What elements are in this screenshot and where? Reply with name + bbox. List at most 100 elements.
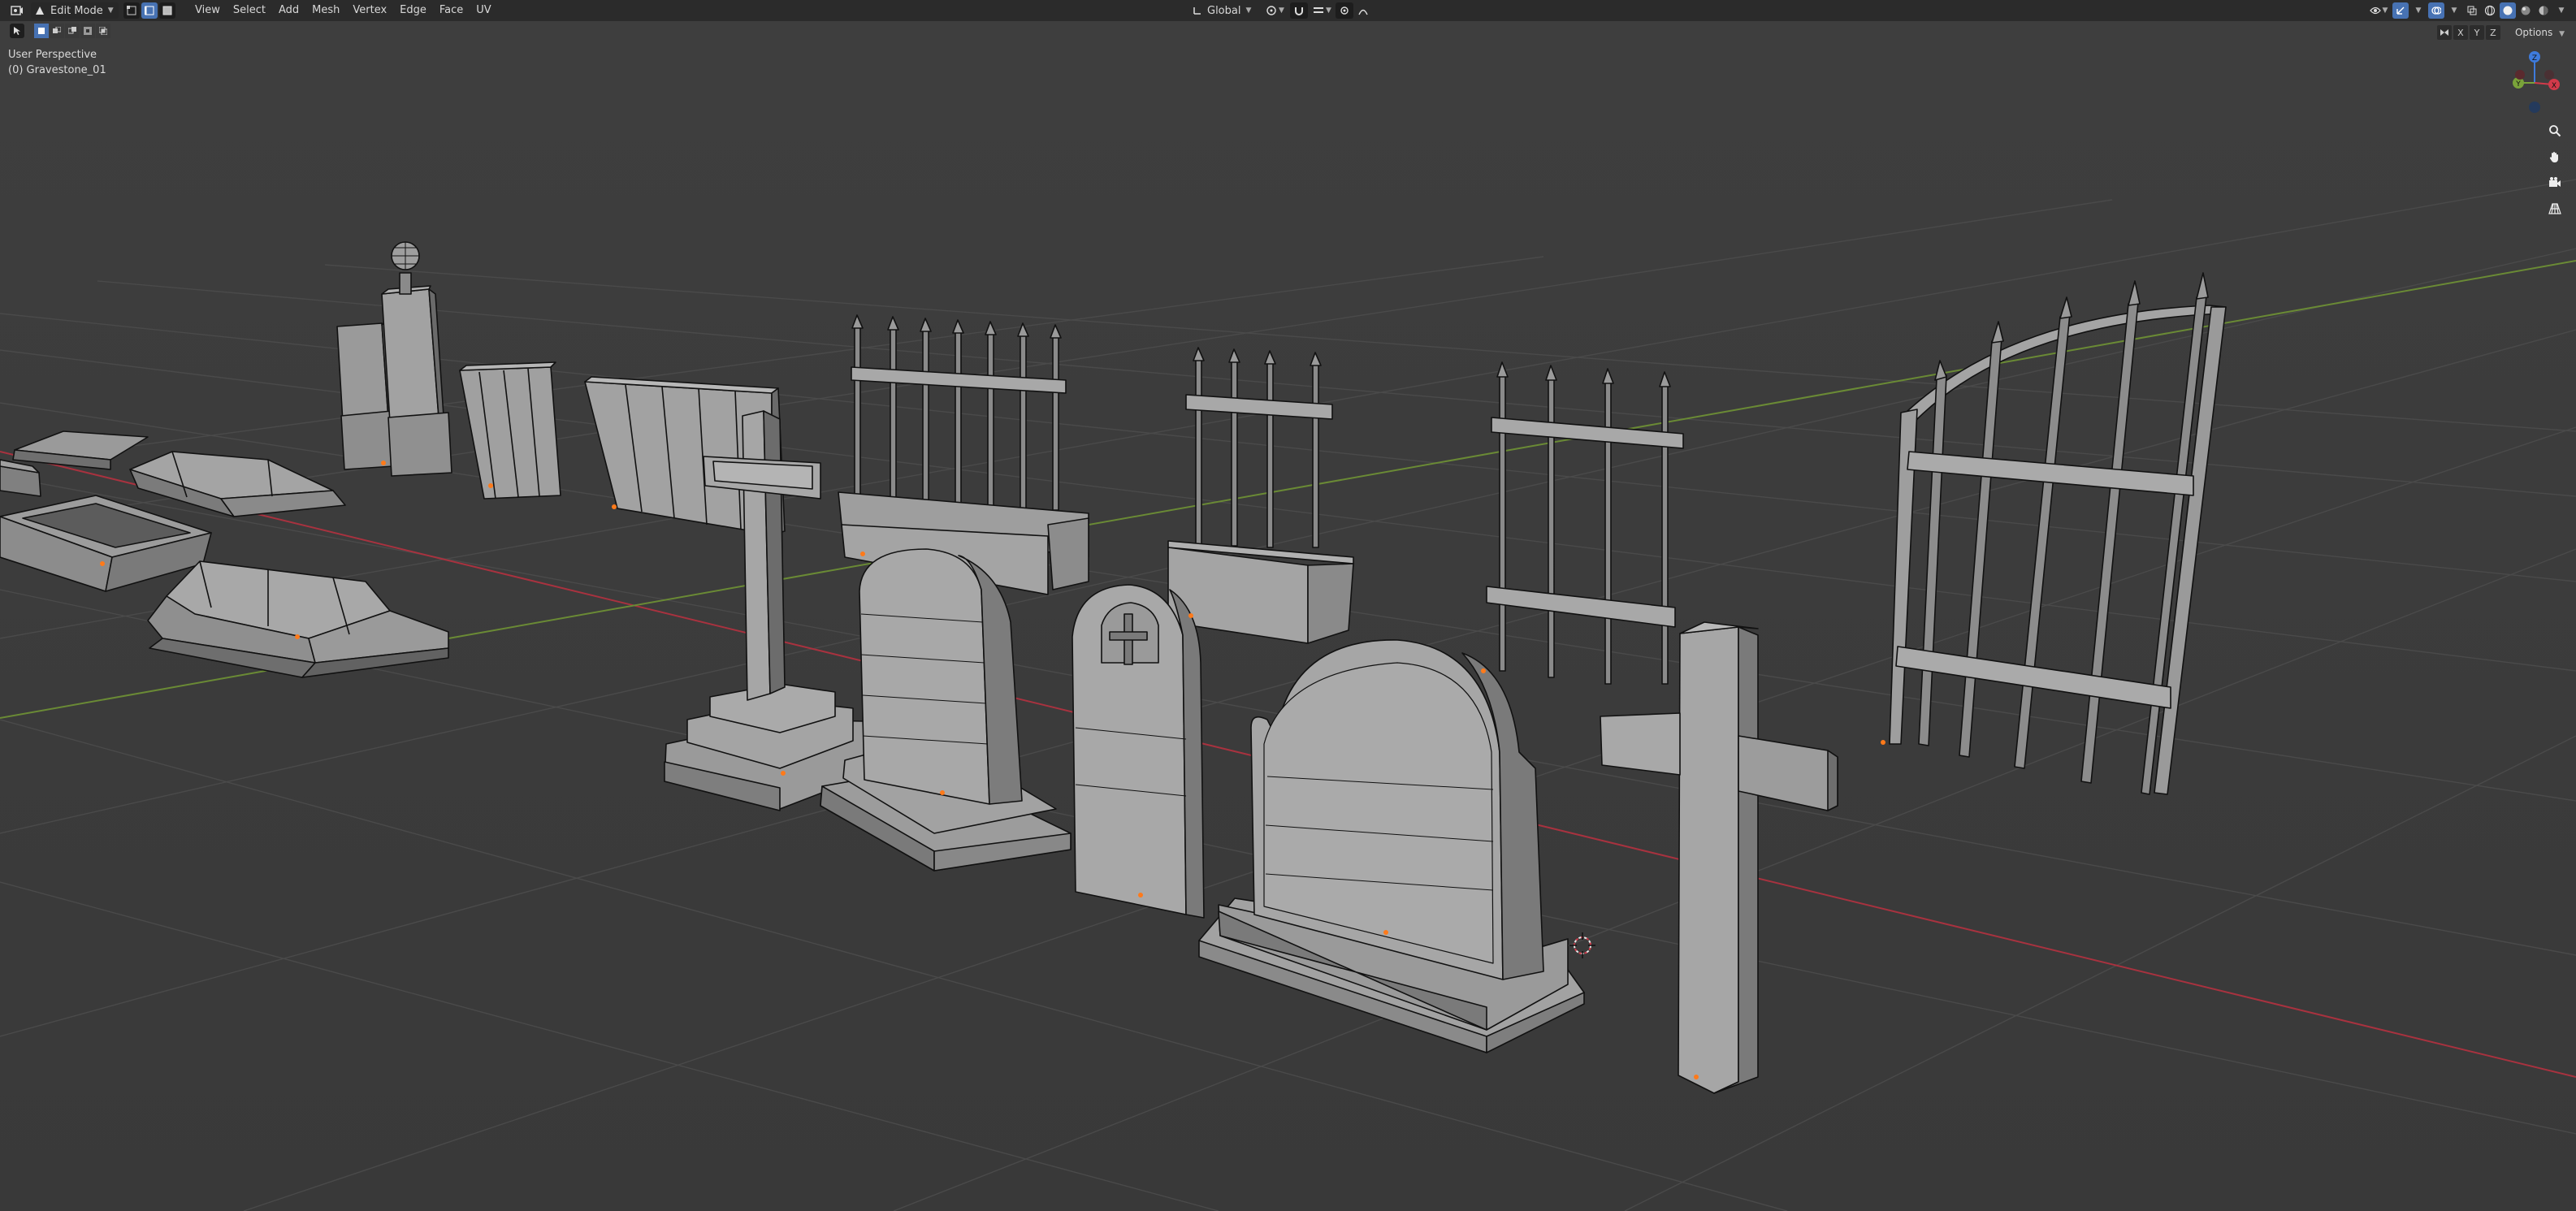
xray-icon [2467,6,2477,15]
pivot-point-button[interactable]: ▼ [1261,2,1288,19]
gizmo-dropdown-button[interactable]: ▼ [2410,2,2427,19]
grid-perspective-glyph [2548,203,2561,214]
viewport-info: User Perspective (0) Gravestone_01 [8,47,106,78]
falloff-button[interactable] [1355,2,1371,19]
shading-dropdown-button[interactable]: ▼ [2553,2,2570,19]
mirror-z-button[interactable]: Z [2485,25,2500,40]
pivot-icon [1266,6,1276,15]
gizmo-neg-y-handle[interactable] [2544,70,2554,80]
options-dropdown[interactable]: Options ▼ [2509,24,2571,41]
vertex-select-icon [127,6,136,15]
face-select-button[interactable] [159,2,175,19]
tool-settings-row [0,21,195,41]
select-mode-extend[interactable] [50,24,64,38]
gizmo-x-label: X [2552,82,2557,90]
select-mode-invert[interactable] [80,24,95,38]
orientation-icon [1193,7,1201,15]
mode-dropdown[interactable]: Edit Mode ▼ [31,2,119,19]
shading-wireframe-button[interactable] [2482,2,2498,19]
select-mode-intersect[interactable] [96,24,110,38]
menu-edge[interactable]: Edge [393,0,433,21]
chevron-down-icon: ▼ [1325,6,1331,15]
shading-material-button[interactable] [2518,2,2534,19]
edge-select-button[interactable] [141,2,158,19]
mirror-x-button[interactable]: X [2453,25,2468,40]
visibility-filter-icon [2369,6,2381,15]
active-object-label: (0) Gravestone_01 [8,64,106,76]
select-mode-subtract[interactable] [65,24,80,38]
edge-select-icon [145,6,154,15]
edit-mode-icon [36,6,44,15]
overlays-toggle-button[interactable] [2428,2,2444,19]
gizmo-neg-z-handle[interactable] [2529,102,2540,113]
viewport-3d[interactable] [0,21,2576,1211]
falloff-curve-icon [1358,9,1369,15]
shading-solid-button[interactable] [2500,2,2516,19]
gizmo-z-label: Z [2532,54,2537,63]
header-right-tools: ▼ ▼ ▼ ▼ [2366,0,2576,21]
zoom-icon[interactable] [2543,119,2567,143]
active-tool-button[interactable] [10,24,24,38]
viewport-header: Edit Mode ▼ View Select Add Mesh Vertex … [0,0,2576,21]
mirror-axis-row: X Y Z Options ▼ [2435,24,2571,41]
options-label: Options [2514,27,2553,38]
menu-add[interactable]: Add [272,0,305,21]
menu-mesh[interactable]: Mesh [305,0,346,21]
snap-target-button[interactable]: ▼ [1310,2,1334,19]
navigation-controls [2541,119,2569,223]
rendered-shading-icon [2539,6,2548,15]
perspective-toggle-icon[interactable] [2543,197,2567,221]
solid-shading-icon [2503,6,2513,15]
menu-select[interactable]: Select [227,0,272,21]
select-intersect-icon [99,27,107,35]
vertex-select-button[interactable] [123,2,140,19]
snap-increment-icon [1313,7,1323,13]
xray-toggle-button[interactable] [2464,2,2480,19]
header-center-tools: Global ▼ ▼ ▼ [1188,2,1373,19]
material-shading-icon [2521,6,2531,15]
proportional-edit-button[interactable] [1336,2,1354,19]
chevron-down-icon: ▼ [1245,6,1252,15]
transform-orientation-dropdown[interactable]: Global ▼ [1188,2,1256,19]
select-mode-new[interactable] [34,24,49,38]
select-invert-icon [84,27,92,35]
navigation-gizmo[interactable]: Z Y X [2486,47,2567,115]
chevron-down-icon: ▼ [2559,30,2565,38]
gizmo-y-label: Y [2515,80,2521,89]
overlays-dropdown-button[interactable]: ▼ [2446,2,2462,19]
butterfly-icon [2440,29,2448,36]
pan-hand-icon[interactable] [2543,145,2567,169]
chevron-down-icon: ▼ [107,6,114,15]
select-subtract-icon [68,27,76,34]
hand-glyph [2549,152,2558,162]
editor-type-glyph [11,6,23,15]
menu-vertex[interactable]: Vertex [346,0,393,21]
snap-toggle-button[interactable] [1290,2,1309,19]
gizmo-toggle-button[interactable] [2392,2,2409,19]
camera-view-icon[interactable] [2543,171,2567,195]
chevron-down-icon: ▼ [1278,6,1284,15]
mirror-y-button[interactable]: Y [2469,25,2484,40]
gravestone-cross-engraved[interactable] [1072,584,1205,919]
chevron-down-icon: ▼ [2415,6,2422,15]
gizmo-neg-x-handle[interactable] [2515,70,2525,80]
chevron-down-icon: ▼ [2558,6,2565,15]
magnet-icon [1295,7,1304,15]
chevron-down-icon: ▼ [2382,6,2388,15]
wireframe-shading-icon [2484,5,2496,16]
perspective-label: User Perspective [8,49,97,61]
mirror-toggle-icon[interactable] [2436,25,2452,40]
menu-view[interactable]: View [188,0,227,21]
camera-glyph [2549,177,2561,187]
chevron-down-icon: ▼ [2451,6,2457,15]
face-select-icon [162,6,172,15]
object-type-visibility-button[interactable]: ▼ [2366,2,2391,19]
mode-label: Edit Mode [50,4,103,17]
overlays-icon [2431,6,2441,15]
transform-orientation-label: Global [1207,4,1241,17]
editor-type-icon[interactable] [5,2,29,19]
magnifier-glyph [2549,125,2561,137]
menu-uv[interactable]: UV [470,0,497,21]
shading-rendered-button[interactable] [2535,2,2552,19]
menu-face[interactable]: Face [433,0,470,21]
